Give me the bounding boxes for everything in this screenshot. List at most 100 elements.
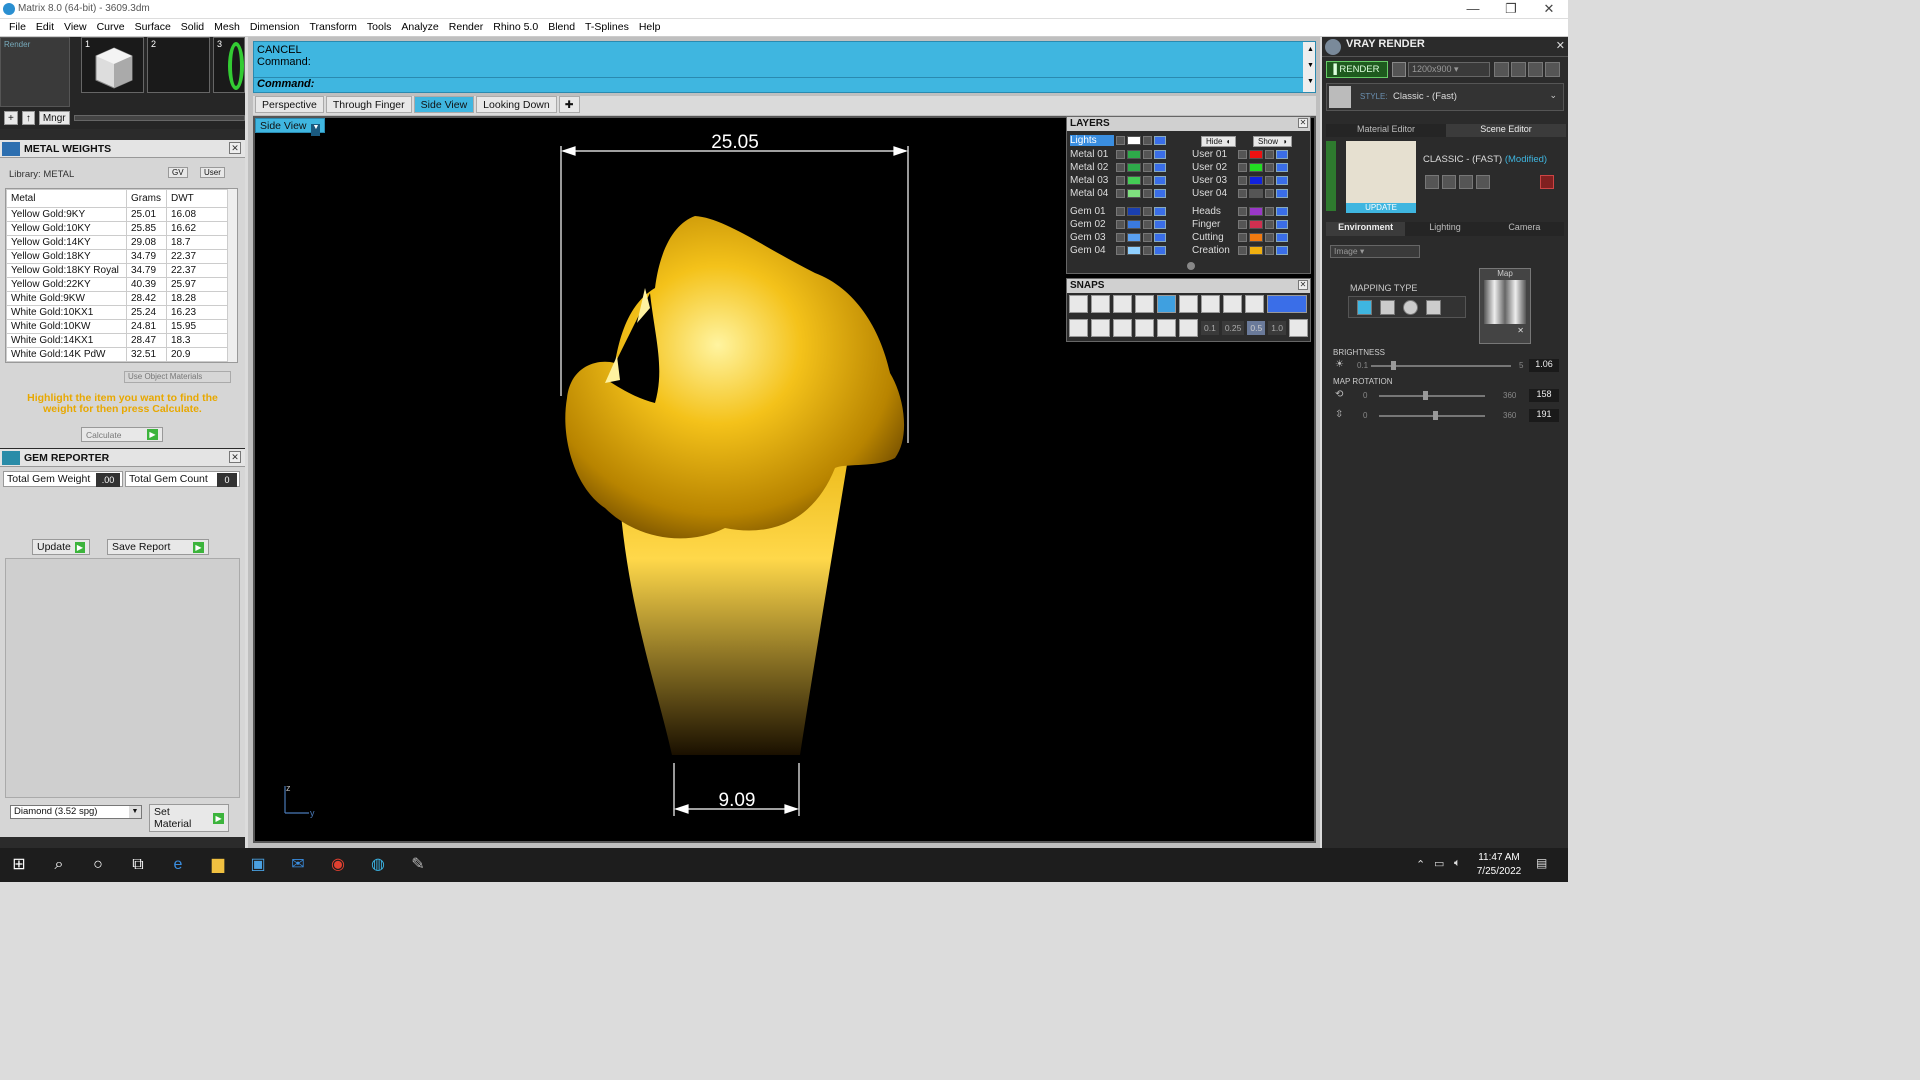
- layer-color-swatch[interactable]: [1249, 189, 1263, 198]
- mail-icon[interactable]: ✉: [284, 850, 312, 880]
- rewind-icon[interactable]: [1494, 62, 1509, 77]
- lock-icon[interactable]: [1265, 233, 1274, 242]
- visibility-icon[interactable]: [1154, 189, 1166, 198]
- layer-row[interactable]: User 01: [1192, 149, 1288, 160]
- metal-table-scrollbar[interactable]: [227, 189, 237, 362]
- search-icon[interactable]: ⌕: [45, 850, 73, 880]
- layer-expand-icon[interactable]: [1238, 246, 1247, 255]
- table-row[interactable]: White Gold:10KX1 25.24 16.23: [6, 305, 237, 320]
- up-thumb-button[interactable]: ↑: [21, 111, 35, 125]
- rotation2-slider[interactable]: [1379, 415, 1485, 417]
- lock-icon[interactable]: [1143, 233, 1152, 242]
- table-row[interactable]: Yellow Gold:14KY 29.08 18.7: [6, 235, 237, 250]
- layer-row[interactable]: Gem 04: [1070, 245, 1166, 256]
- clock[interactable]: 11:47 AM 7/25/2022: [1472, 851, 1526, 879]
- layer-expand-icon[interactable]: [1116, 220, 1125, 229]
- lock-icon[interactable]: [1265, 207, 1274, 216]
- table-row[interactable]: White Gold:9KW 28.42 18.28: [6, 291, 237, 306]
- list-icon[interactable]: [1528, 62, 1543, 77]
- layer-color-swatch[interactable]: [1127, 136, 1141, 145]
- layer-color-swatch[interactable]: [1127, 207, 1141, 216]
- cortana-icon[interactable]: ○: [84, 850, 112, 880]
- layer-row[interactable]: User 04: [1192, 188, 1288, 199]
- menu-solid[interactable]: Solid: [176, 19, 209, 36]
- layer-snap-icon[interactable]: [1091, 319, 1110, 337]
- mapping-screen-icon[interactable]: [1426, 300, 1441, 315]
- snap-cen-icon[interactable]: [1157, 295, 1176, 313]
- table-row[interactable]: Yellow Gold:18KY Royal 34.79 22.37: [6, 263, 237, 278]
- menu-view[interactable]: View: [59, 19, 92, 36]
- save-icon[interactable]: [1425, 175, 1439, 189]
- lock-icon[interactable]: [1265, 163, 1274, 172]
- chrome-icon[interactable]: ◉: [324, 850, 352, 880]
- mapping-planar-icon[interactable]: [1357, 300, 1372, 315]
- menu-mesh[interactable]: Mesh: [209, 19, 245, 36]
- snaps-close-icon[interactable]: ✕: [1298, 280, 1308, 290]
- layer-row[interactable]: Gem 03: [1070, 232, 1166, 243]
- gv-toggle[interactable]: GV: [168, 167, 188, 178]
- layer-expand-icon[interactable]: [1116, 136, 1125, 145]
- rotation2-value[interactable]: 191: [1529, 409, 1559, 422]
- menu-dimension[interactable]: Dimension: [245, 19, 305, 36]
- menu-tools[interactable]: Tools: [362, 19, 397, 36]
- table-row[interactable]: Yellow Gold:9KY 25.01 16.08: [6, 207, 237, 222]
- render-button[interactable]: ▐ RENDER: [1326, 61, 1388, 78]
- layer-row[interactable]: Finger: [1192, 219, 1288, 230]
- layers-close-icon[interactable]: ✕: [1298, 118, 1308, 128]
- add-icon[interactable]: [1459, 175, 1473, 189]
- tab-perspective[interactable]: Perspective: [255, 96, 324, 113]
- brightness-slider-thumb[interactable]: [1391, 361, 1396, 370]
- windows-start-icon[interactable]: ⊞: [5, 850, 33, 880]
- thumbnail-2[interactable]: 2: [147, 37, 210, 93]
- remove-icon[interactable]: [1476, 175, 1490, 189]
- layer-color-swatch[interactable]: [1249, 150, 1263, 159]
- style-selector[interactable]: STYLE: Classic - (Fast) ⌄: [1326, 83, 1564, 111]
- rotation2-slider-thumb[interactable]: [1433, 411, 1438, 420]
- calculate-button[interactable]: Calculate ▶: [81, 427, 163, 442]
- layer-expand-icon[interactable]: [1116, 176, 1125, 185]
- rotation1-slider-thumb[interactable]: [1423, 391, 1428, 400]
- gumball-icon[interactable]: [1135, 319, 1154, 337]
- lock-icon[interactable]: [1143, 220, 1152, 229]
- snap-ortho-icon[interactable]: [1267, 295, 1307, 313]
- layer-expand-icon[interactable]: [1116, 150, 1125, 159]
- matrix-app-icon[interactable]: ◍: [364, 850, 392, 880]
- mapping-sphere-icon[interactable]: [1403, 300, 1418, 315]
- visibility-icon[interactable]: [1276, 176, 1288, 185]
- mngr-button[interactable]: Mngr: [38, 111, 70, 125]
- resolution-select[interactable]: 1200x900 ▾: [1408, 62, 1490, 77]
- layer-row[interactable]: Metal 02: [1070, 162, 1166, 173]
- volume-icon[interactable]: 🔈︎: [1454, 857, 1461, 870]
- menu-file[interactable]: File: [4, 19, 31, 36]
- table-row[interactable]: Yellow Gold:22KY 40.39 25.97: [6, 277, 237, 292]
- layer-expand-icon[interactable]: [1238, 163, 1247, 172]
- visibility-icon[interactable]: [1154, 163, 1166, 172]
- update-button[interactable]: Update ▶: [32, 539, 90, 555]
- restore-icon[interactable]: ❐: [1492, 0, 1530, 19]
- thumbnail-render[interactable]: Render: [0, 37, 70, 107]
- lock-icon[interactable]: [1265, 150, 1274, 159]
- layer-row[interactable]: Metal 04: [1070, 188, 1166, 199]
- reset-icon[interactable]: [1540, 175, 1554, 189]
- lock-icon[interactable]: [1265, 176, 1274, 185]
- layer-color-swatch[interactable]: [1127, 189, 1141, 198]
- lock-icon[interactable]: [1143, 207, 1152, 216]
- visibility-icon[interactable]: [1276, 150, 1288, 159]
- lock-icon[interactable]: [1265, 189, 1274, 198]
- layer-color-swatch[interactable]: [1249, 176, 1263, 185]
- visibility-icon[interactable]: [1154, 136, 1166, 145]
- col-grams[interactable]: Grams: [126, 189, 167, 208]
- layer-expand-icon[interactable]: [1238, 176, 1247, 185]
- layer-expand-icon[interactable]: [1238, 233, 1247, 242]
- table-row[interactable]: White Gold:10KW 24.81 15.95: [6, 319, 237, 334]
- snap-value-2[interactable]: 0.25: [1221, 321, 1245, 335]
- store-icon[interactable]: ▣: [244, 850, 272, 880]
- user-toggle[interactable]: User: [200, 167, 225, 178]
- table-row[interactable]: White Gold:14K PdW 32.51 20.9: [6, 347, 237, 362]
- tray-chevron-icon[interactable]: ⌃: [1416, 858, 1425, 871]
- menu-blend[interactable]: Blend: [543, 19, 580, 36]
- paint-icon[interactable]: ✎: [404, 850, 432, 880]
- layer-expand-icon[interactable]: [1116, 207, 1125, 216]
- snap-end-icon[interactable]: [1069, 295, 1088, 313]
- layer-row[interactable]: Heads: [1192, 206, 1288, 217]
